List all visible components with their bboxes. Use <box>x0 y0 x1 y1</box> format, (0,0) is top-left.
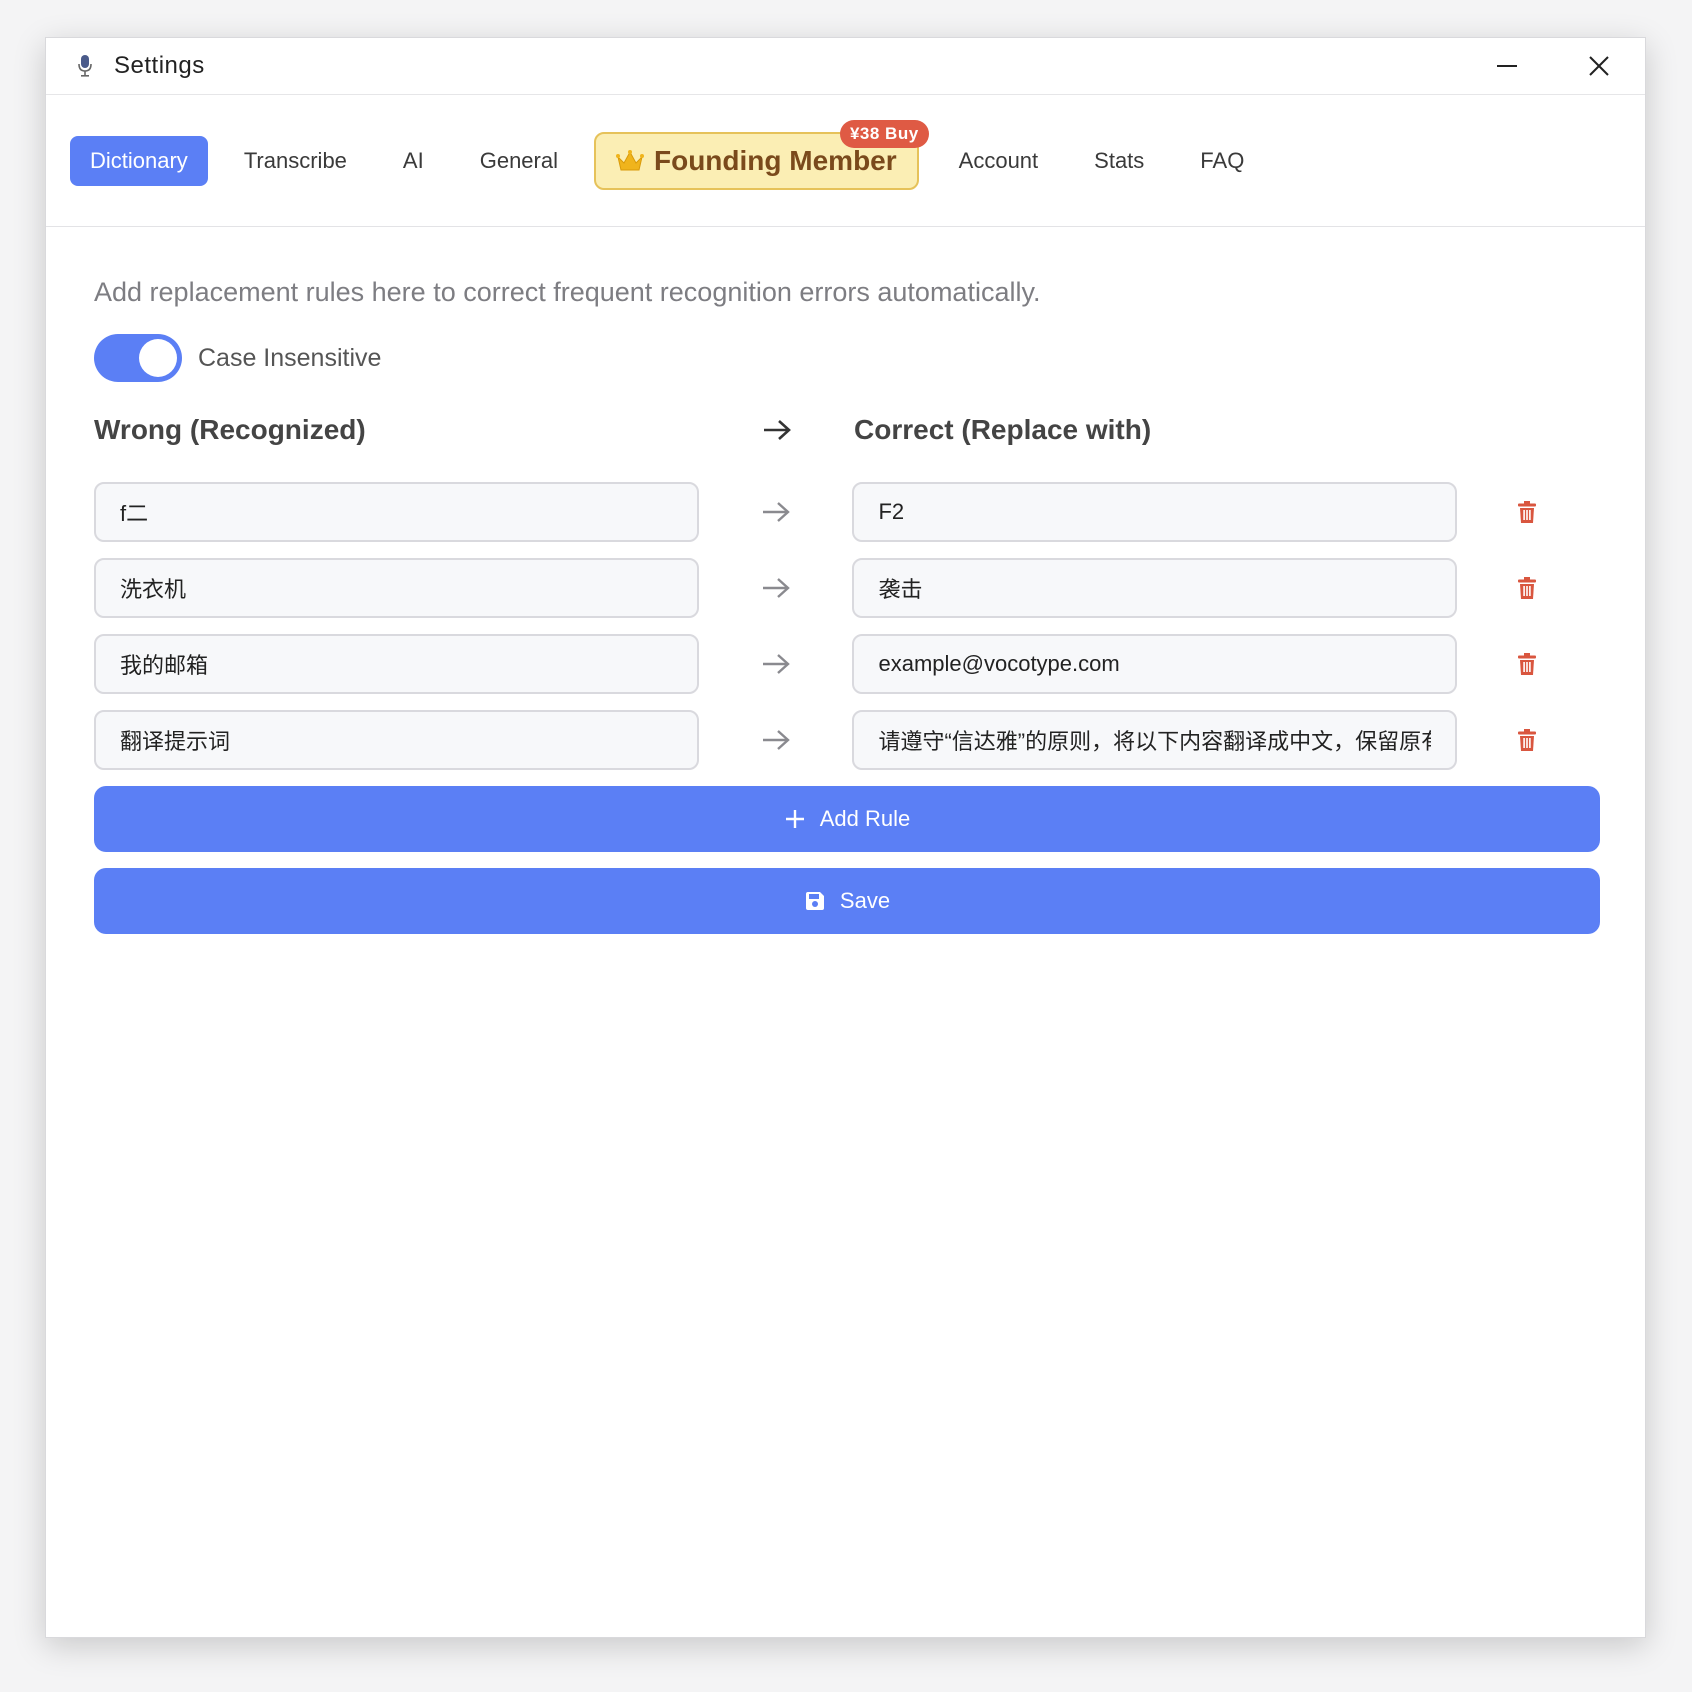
rule-row: 翻译提示词 请遵守“信达雅”的原则，将以下内容翻译成中文，保留原有 <box>94 710 1597 770</box>
window-title: Settings <box>114 52 205 79</box>
wrong-value: 翻译提示词 <box>120 729 231 754</box>
settings-window: Settings Dictionary Transcribe AI Genera… <box>45 37 1646 1638</box>
header-correct: Correct (Replace with) <box>854 414 1152 445</box>
wrong-input[interactable]: 翻译提示词 <box>94 710 699 770</box>
rule-row: f二 F2 <box>94 482 1597 542</box>
correct-value: example@vocotype.com <box>878 651 1120 676</box>
price-badge[interactable]: ¥38 Buy <box>839 119 929 148</box>
correct-input[interactable]: example@vocotype.com <box>852 634 1458 694</box>
header-arrow-icon <box>700 418 854 442</box>
tab-founding-member[interactable]: Founding Member ¥38 Buy <box>594 119 929 190</box>
save-label: Save <box>839 888 891 913</box>
close-button[interactable] <box>1571 46 1627 86</box>
arrow-right-icon <box>699 728 853 752</box>
rule-row: 我的邮箱 example@vocotype.com <box>94 634 1597 694</box>
description-text: Add replacement rules here to correct fr… <box>94 277 1041 307</box>
wrong-value: 我的邮箱 <box>120 653 209 678</box>
arrow-right-icon <box>699 576 853 600</box>
correct-value: F2 <box>878 499 905 524</box>
save-button[interactable]: Save <box>94 868 1600 934</box>
tab-bar: Dictionary Transcribe AI General Foundin… <box>46 95 1645 227</box>
add-rule-label: Add Rule <box>819 806 911 831</box>
dictionary-panel: Add replacement rules here to correct fr… <box>46 277 1645 934</box>
trash-icon <box>1518 653 1537 675</box>
toggle-knob <box>139 339 177 377</box>
header-wrong: Wrong (Recognized) <box>94 414 366 445</box>
trash-icon <box>1518 729 1537 751</box>
wrong-input[interactable]: f二 <box>94 482 699 542</box>
trash-icon <box>1518 501 1537 523</box>
case-insensitive-row: Case Insensitive <box>94 334 1597 382</box>
correct-input[interactable]: 袭击 <box>852 558 1458 618</box>
minimize-icon <box>1497 65 1517 67</box>
trash-icon <box>1518 577 1537 599</box>
delete-rule-button[interactable] <box>1507 492 1547 532</box>
tab-general[interactable]: General <box>460 136 578 186</box>
arrow-right-icon <box>699 652 853 676</box>
crown-icon <box>616 149 644 173</box>
wrong-value: 洗衣机 <box>120 577 187 602</box>
delete-rule-button[interactable] <box>1507 568 1547 608</box>
wrong-input[interactable]: 洗衣机 <box>94 558 699 618</box>
arrow-right-icon <box>699 500 853 524</box>
rules-list: f二 F2 洗衣机 袭击 我的邮箱 example@vocotype.com 翻… <box>94 482 1597 770</box>
tab-stats[interactable]: Stats <box>1074 136 1164 186</box>
tab-account[interactable]: Account <box>939 136 1059 186</box>
tab-ai[interactable]: AI <box>383 136 444 186</box>
delete-rule-button[interactable] <box>1507 644 1547 684</box>
case-insensitive-label: Case Insensitive <box>198 343 382 372</box>
minimize-button[interactable] <box>1479 46 1535 86</box>
tab-faq[interactable]: FAQ <box>1180 136 1264 186</box>
wrong-value: f二 <box>120 501 149 526</box>
close-icon <box>1589 56 1609 76</box>
rules-header: Wrong (Recognized) Correct (Replace with… <box>94 410 1597 450</box>
delete-rule-button[interactable] <box>1507 720 1547 760</box>
correct-input[interactable]: F2 <box>852 482 1458 542</box>
case-insensitive-toggle[interactable] <box>94 334 182 382</box>
title-bar: Settings <box>46 38 1645 95</box>
rule-row: 洗衣机 袭击 <box>94 558 1597 618</box>
correct-input[interactable]: 请遵守“信达雅”的原则，将以下内容翻译成中文，保留原有 <box>852 710 1458 770</box>
correct-value: 请遵守“信达雅”的原则，将以下内容翻译成中文，保留原有 <box>878 729 1432 754</box>
microphone-icon <box>74 53 96 79</box>
tab-transcribe[interactable]: Transcribe <box>224 136 367 186</box>
correct-value: 袭击 <box>878 577 923 602</box>
floppy-disk-icon <box>805 892 824 910</box>
wrong-input[interactable]: 我的邮箱 <box>94 634 699 694</box>
add-rule-button[interactable]: Add Rule <box>94 786 1600 852</box>
tab-dictionary[interactable]: Dictionary <box>70 135 208 186</box>
plus-icon <box>785 810 804 828</box>
